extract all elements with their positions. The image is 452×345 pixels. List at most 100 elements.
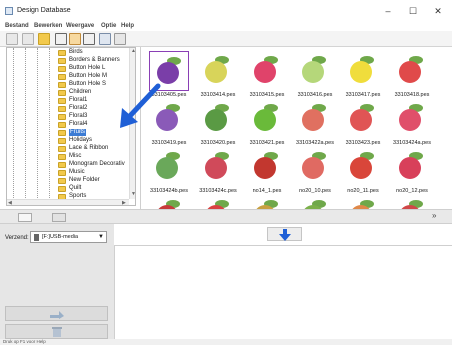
tree-folder-lace[interactable]: Lace & Ribbon <box>58 145 135 152</box>
design-thumbnail[interactable] <box>343 51 383 91</box>
delete-button[interactable] <box>5 324 108 339</box>
scroll-up-icon[interactable]: ▲ <box>131 48 135 54</box>
design-thumbnail[interactable] <box>295 147 335 187</box>
design-thumbnail[interactable] <box>343 147 383 187</box>
design-thumbnail[interactable] <box>247 99 287 139</box>
print-icon[interactable] <box>114 33 126 45</box>
chevron-down-icon[interactable]: » <box>432 211 436 220</box>
folder-open-icon[interactable] <box>38 33 50 45</box>
target-media-list[interactable] <box>114 245 452 340</box>
fruit-shape <box>205 109 227 131</box>
window-title: Design Database <box>17 7 71 14</box>
tree-folder-label: Lace & Ribbon <box>69 145 109 151</box>
fruit-shape <box>399 157 421 179</box>
design-thumbnail[interactable] <box>295 51 335 91</box>
design-thumbnail[interactable] <box>198 195 238 209</box>
title-bar: Design Database – ☐ ✕ <box>0 0 452 22</box>
design-filename: 33103419.pes <box>151 140 187 146</box>
fruit-embroidery-icon <box>158 200 180 209</box>
design-thumbnail[interactable] <box>343 99 383 139</box>
design-thumbnail[interactable] <box>392 99 432 139</box>
folder-icon <box>58 138 66 144</box>
design-thumbnail[interactable] <box>198 147 238 187</box>
design-thumbnail[interactable] <box>247 51 287 91</box>
design-thumbnail[interactable] <box>295 99 335 139</box>
design-thumbnail[interactable] <box>392 51 432 91</box>
design-thumbnail[interactable] <box>247 147 287 187</box>
tree-folder-buttonhole-l[interactable]: Button Hole L <box>58 65 135 72</box>
insert-arrow-icon <box>50 311 64 319</box>
folder-icon <box>58 50 66 56</box>
tree-folder-misc[interactable]: Misc <box>58 153 135 160</box>
design-thumbnail[interactable] <box>198 51 238 91</box>
design-thumbnail[interactable] <box>392 147 432 187</box>
tree-folder-label: Button Hole S <box>69 81 107 87</box>
design-thumbnail[interactable] <box>295 195 335 209</box>
scroll-right-icon[interactable]: ▶ <box>122 200 126 205</box>
minimize-button[interactable]: – <box>377 4 399 18</box>
maximize-button[interactable]: ☐ <box>402 4 424 18</box>
design-thumbnail[interactable] <box>149 195 189 209</box>
tree-guide-line <box>25 48 26 200</box>
design-thumbnail[interactable] <box>149 147 189 187</box>
tree-horizontal-scrollbar[interactable]: ◀ ▶ <box>7 199 129 205</box>
import-icon[interactable] <box>99 33 111 45</box>
menu-bestand[interactable]: Bestand <box>5 23 29 29</box>
cut-icon[interactable] <box>6 33 18 45</box>
fruit-shape <box>399 61 421 83</box>
tree-folder-fruits[interactable]: Fruits <box>58 129 135 136</box>
tree-folder-label: Music <box>69 169 85 175</box>
scroll-down-icon[interactable]: ▼ <box>131 191 135 197</box>
transfer-button[interactable] <box>267 227 302 241</box>
menu-help[interactable]: Help <box>121 23 134 29</box>
fruit-embroidery-icon <box>302 56 326 83</box>
tree-folder-birds[interactable]: Birds <box>58 49 135 56</box>
design-thumbnail[interactable] <box>343 195 383 209</box>
folder-icon <box>58 98 66 104</box>
send-drive-value: [F:]USB-media <box>42 234 79 240</box>
fruit-embroidery-icon <box>302 104 326 131</box>
tree-folder-holidays[interactable]: Holidays <box>58 137 135 144</box>
toolbar <box>0 31 452 47</box>
design-filename: 33103424a.pes <box>393 140 431 146</box>
menu-weergave[interactable]: Weergave <box>66 23 94 29</box>
tree-folder-music[interactable]: Music <box>58 169 135 176</box>
fruit-embroidery-icon <box>302 152 326 179</box>
send-drive-select[interactable]: [F:]USB-media ▼ <box>30 231 107 243</box>
folder-icon <box>58 82 66 88</box>
design-thumbnail[interactable] <box>247 195 287 209</box>
tree-folder-borders[interactable]: Borders & Banners <box>58 57 135 64</box>
close-button[interactable]: ✕ <box>427 4 449 18</box>
design-filename: no20_10.pes <box>299 188 331 194</box>
folder-icon <box>58 154 66 160</box>
folder-icon <box>58 106 66 112</box>
design-thumbnail[interactable] <box>198 99 238 139</box>
menu-optie[interactable]: Optie <box>101 23 116 29</box>
menu-bewerken[interactable]: Bewerken <box>34 23 62 29</box>
fruit-shape <box>205 157 227 179</box>
tree-folder-monogram[interactable]: Monogram Decorativ <box>58 161 135 168</box>
fruit-embroidery-icon <box>350 56 374 83</box>
view-small-icon[interactable] <box>83 33 95 45</box>
folder-tree[interactable]: Birds Borders & Banners Button Hole L Bu… <box>6 47 136 206</box>
design-filename: no14_1.pes <box>252 188 282 194</box>
scroll-left-icon[interactable]: ◀ <box>8 200 12 205</box>
view-medium-icon[interactable] <box>69 33 81 45</box>
collapse-button[interactable] <box>18 213 32 222</box>
design-grid[interactable]: 33103405.pes 33103414.pes 33103415.pes 3310… <box>140 47 452 209</box>
fruit-shape <box>254 157 276 179</box>
send-to-device-button[interactable] <box>5 306 108 321</box>
tree-folder-quilt[interactable]: Quilt <box>58 185 135 192</box>
fruit-embroidery-icon <box>205 152 229 179</box>
tree-folder-new-folder[interactable]: New Folder <box>58 177 135 184</box>
folder-icon <box>58 170 66 176</box>
design-filename: 33103421.pes <box>249 140 285 146</box>
split-toolbar: » <box>0 209 452 224</box>
design-thumbnail[interactable] <box>392 195 432 209</box>
view-toggle-button[interactable] <box>52 213 66 222</box>
view-large-icon[interactable] <box>55 33 67 45</box>
fruit-shape <box>156 157 178 179</box>
tree-folder-buttonhole-m[interactable]: Button Hole M <box>58 73 135 80</box>
folder-icon <box>58 122 66 128</box>
copy-icon[interactable] <box>22 33 34 45</box>
